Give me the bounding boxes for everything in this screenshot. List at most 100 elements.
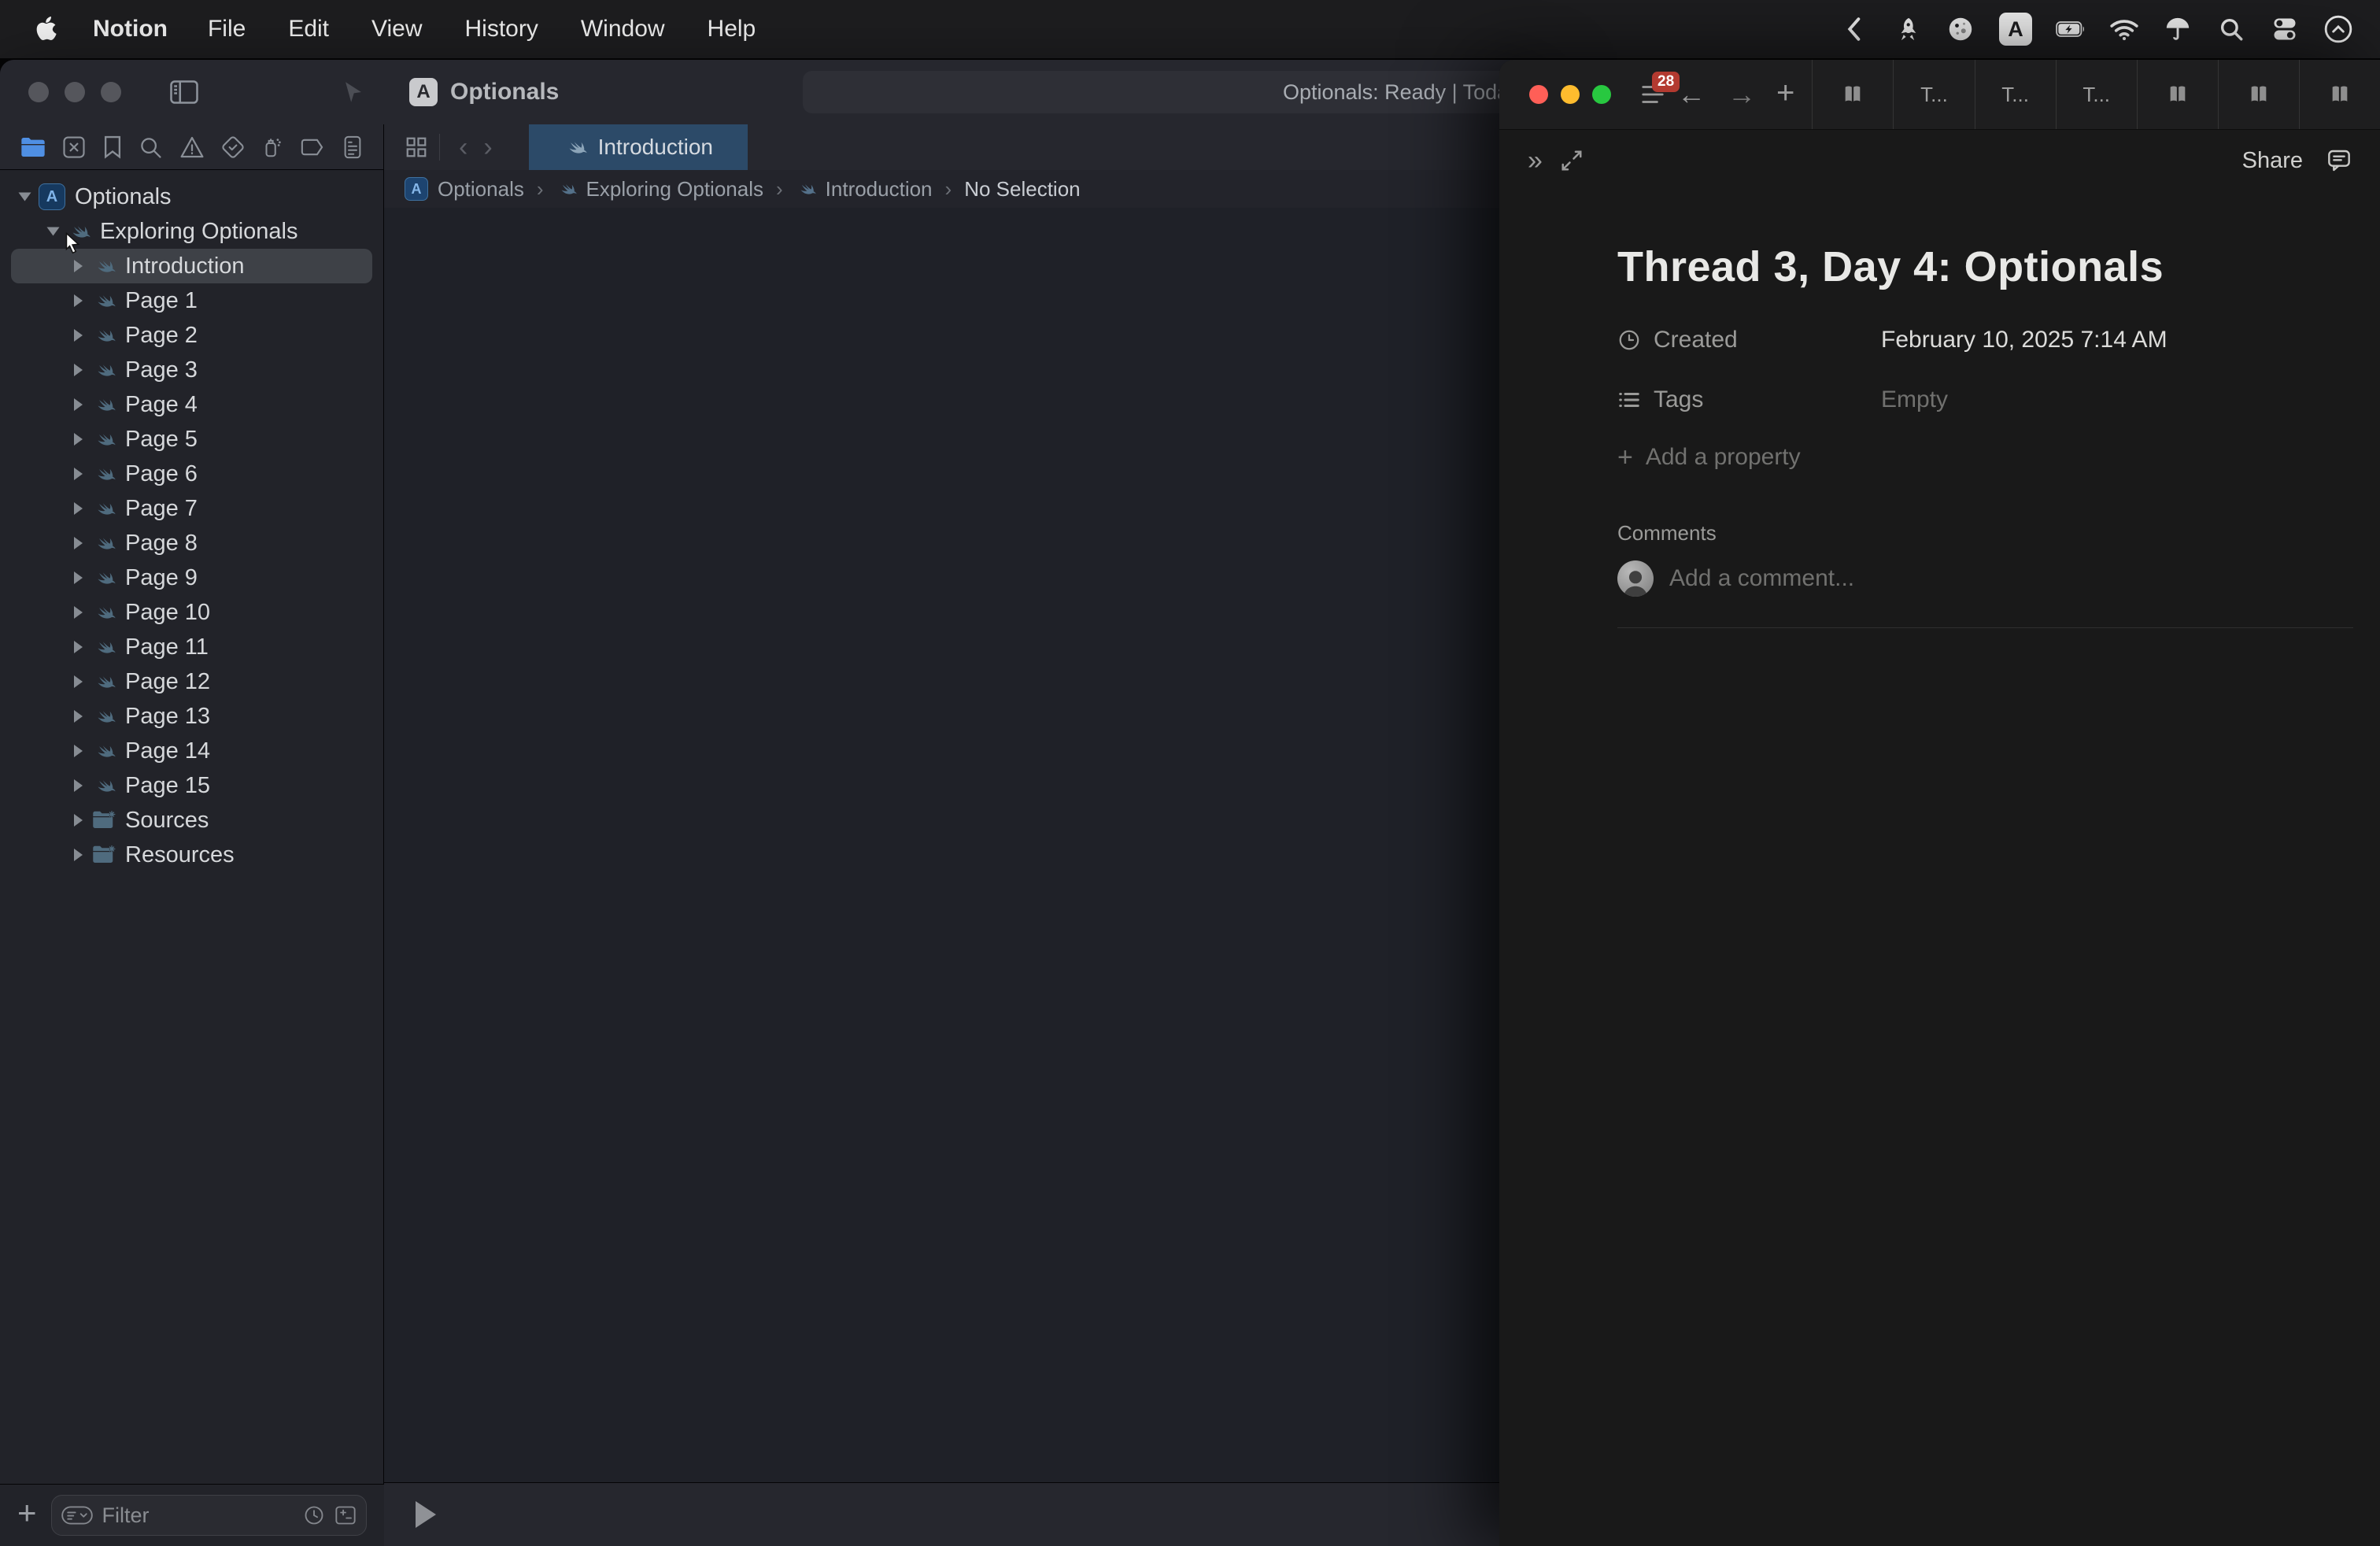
umbrella-icon[interactable] [2163, 14, 2193, 44]
zoom-button[interactable] [101, 82, 121, 102]
sidebar-item[interactable]: Page 10 [11, 595, 372, 630]
comments-icon[interactable] [2326, 148, 2352, 173]
menu-item[interactable]: Window [560, 0, 686, 58]
breakpoint-navigator-icon[interactable] [301, 137, 326, 157]
test-navigator-icon[interactable] [221, 135, 245, 159]
disclosure-icon[interactable] [19, 193, 31, 202]
sidebar-item[interactable]: Sources [11, 803, 372, 838]
sidebar-item[interactable]: Page 15 [11, 768, 372, 803]
disclosure-icon[interactable] [47, 227, 60, 236]
playground-editor[interactable] [384, 208, 1543, 1483]
close-button[interactable] [1529, 85, 1548, 104]
breadcrumb-item[interactable]: › Introduction [773, 177, 933, 202]
share-button[interactable]: Share [2242, 148, 2326, 174]
sidebar-item[interactable]: Page 3 [11, 353, 372, 387]
tab-introduction[interactable]: Introduction [529, 124, 748, 170]
moon-icon[interactable] [1946, 14, 1975, 44]
disclosure-icon[interactable] [74, 606, 83, 619]
sidebar-group-exploring-optionals[interactable]: Exploring Optionals [0, 214, 383, 249]
project-navigator-icon[interactable] [20, 136, 46, 158]
sidebar-item[interactable]: Page 12 [11, 664, 372, 699]
new-tab-button[interactable]: + [1767, 76, 1804, 111]
find-navigator-icon[interactable] [139, 135, 162, 159]
sidebar-item[interactable]: Resources [11, 838, 372, 872]
disclosure-icon[interactable] [74, 260, 83, 272]
back-icon[interactable]: ‹ [451, 124, 475, 170]
disclosure-icon[interactable] [74, 745, 83, 757]
minimize-button[interactable] [65, 82, 85, 102]
sidebar-item[interactable]: Page 2 [11, 318, 372, 353]
sidebar-item[interactable]: Page 1 [11, 283, 372, 318]
zoom-button[interactable] [1592, 85, 1611, 104]
debug-navigator-icon[interactable] [261, 135, 283, 159]
disclosure-icon[interactable] [74, 537, 83, 549]
sidebar-item[interactable]: Page 13 [11, 699, 372, 734]
menu-item[interactable]: Help [686, 0, 778, 58]
menu-item[interactable]: View [350, 0, 443, 58]
notion-tab[interactable] [1812, 60, 1893, 129]
sidebar-toggle-icon[interactable] [170, 80, 198, 105]
forward-icon[interactable]: → [1717, 78, 1767, 111]
chevron-left-icon[interactable] [1839, 14, 1868, 44]
breadcrumb-item[interactable]: › A Optionals [405, 177, 524, 202]
wifi-icon[interactable] [2109, 14, 2139, 44]
search-icon[interactable] [2216, 14, 2246, 44]
sidebar-item[interactable]: Page 14 [11, 734, 372, 768]
notion-tab[interactable]: T... [1975, 60, 2056, 129]
sidebar-item[interactable]: Page 8 [11, 526, 372, 560]
disclosure-icon[interactable] [74, 710, 83, 723]
menu-app-name[interactable]: Notion [74, 0, 187, 58]
disclosure-icon[interactable] [74, 364, 83, 376]
menu-item[interactable]: History [444, 0, 560, 58]
sidebar-root-optionals[interactable]: A Optionals [0, 179, 383, 214]
breadcrumb-item[interactable]: › No Selection [942, 177, 1081, 202]
tab-overview-icon[interactable] [405, 135, 428, 159]
filter-field[interactable]: Filter [51, 1495, 367, 1536]
control-center-icon[interactable] [2270, 14, 2300, 44]
battery-icon[interactable] [2056, 14, 2086, 44]
notion-tab[interactable] [2218, 60, 2299, 129]
minimize-button[interactable] [1561, 85, 1580, 104]
activity-status-pill[interactable]: Optionals: Ready | Today a [803, 71, 1543, 113]
open-full-page-icon[interactable] [1560, 149, 1584, 172]
notion-tab[interactable] [2137, 60, 2218, 129]
disclosure-icon[interactable] [74, 398, 83, 411]
menu-item[interactable]: File [187, 0, 267, 58]
notion-tab[interactable]: T... [2056, 60, 2137, 129]
disclosure-icon[interactable] [74, 641, 83, 653]
notion-page[interactable]: Thread 3, Day 4: Optionals Created Febru… [1499, 192, 2380, 1546]
disclosure-icon[interactable] [74, 849, 83, 861]
disclosure-icon[interactable] [74, 468, 83, 480]
property-row[interactable]: Created February 10, 2025 7:14 AM [1617, 310, 2353, 370]
expand-sidebar-icon[interactable]: » [1528, 146, 1539, 176]
sidebar-item[interactable]: Page 5 [11, 422, 372, 457]
page-title[interactable]: Thread 3, Day 4: Optionals [1617, 242, 2353, 291]
disclosure-icon[interactable] [74, 433, 83, 446]
add-file-button[interactable]: + [17, 1494, 37, 1532]
sidebar-item[interactable]: Page 6 [11, 457, 372, 491]
menu-item[interactable]: Edit [267, 0, 350, 58]
close-button[interactable] [28, 82, 49, 102]
add-property-button[interactable]: + Add a property [1617, 430, 2353, 485]
notion-tab[interactable]: T... [1893, 60, 1974, 129]
disclosure-icon[interactable] [74, 502, 83, 515]
bookmark-icon[interactable] [103, 135, 122, 159]
run-destination-icon[interactable] [340, 79, 367, 105]
disclosure-icon[interactable] [74, 675, 83, 688]
property-row[interactable]: Tags Empty [1617, 370, 2353, 430]
input-source-icon[interactable]: A [1999, 13, 2032, 46]
disclosure-icon[interactable] [74, 571, 83, 584]
forward-icon[interactable]: › [475, 124, 500, 170]
apple-menu-icon[interactable] [35, 17, 60, 42]
sidebar-item[interactable]: Page 4 [11, 387, 372, 422]
disclosure-icon[interactable] [74, 329, 83, 342]
disclosure-icon[interactable] [74, 294, 83, 307]
notion-tab[interactable] [2299, 60, 2380, 129]
sidebar-item[interactable]: Page 7 [11, 491, 372, 526]
source-control-icon[interactable] [62, 135, 86, 159]
disclosure-icon[interactable] [74, 779, 83, 792]
breadcrumb-item[interactable]: › Exploring Optionals [534, 177, 763, 202]
sidebar-item[interactable]: Page 9 [11, 560, 372, 595]
sidebar-item[interactable]: Page 11 [11, 630, 372, 664]
report-navigator-icon[interactable] [342, 135, 363, 159]
